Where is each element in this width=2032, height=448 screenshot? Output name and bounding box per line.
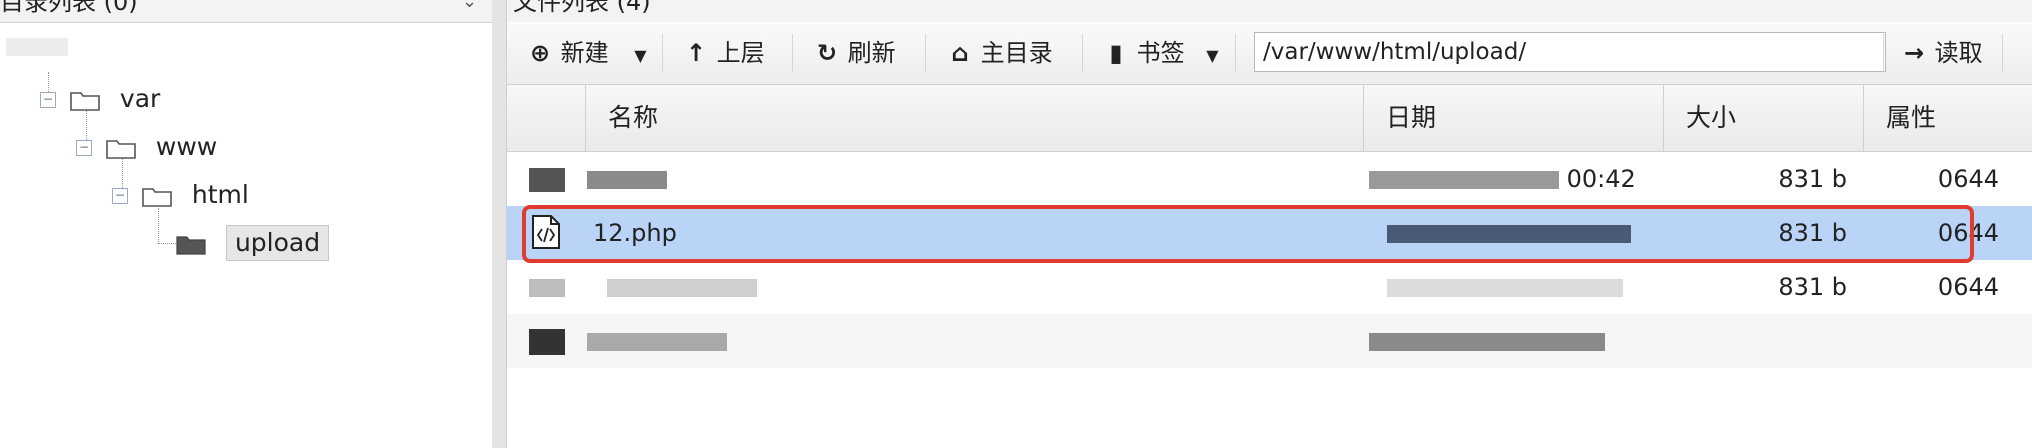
tree-node-label: var: [119, 84, 161, 113]
arrow-up-icon: ↑: [685, 39, 707, 67]
column-icon: [507, 85, 585, 151]
caret-down-icon[interactable]: ▼: [634, 46, 646, 65]
read-button-label: 读取: [1934, 39, 1983, 67]
read-button[interactable]: → 读取: [1901, 32, 1983, 74]
file-permissions: 0644: [1937, 165, 1999, 193]
path-input[interactable]: [1254, 32, 1886, 72]
file-icon: [529, 168, 565, 192]
redacted-block: [6, 38, 68, 56]
bookmark-button-label: 书签: [1136, 39, 1185, 67]
home-button[interactable]: ⌂ 主目录: [947, 32, 1053, 74]
column-name[interactable]: 名称: [585, 85, 1369, 151]
folder-icon: [106, 140, 136, 159]
folder-open-icon: [176, 236, 206, 255]
table-row[interactable]: 831 b 0644: [507, 260, 2032, 314]
file-pane: 文件列表 (4) ⊕ 新建 ▼ ↑ 上层 ↻ 刷新 ⌂ 主目录 ▮ 书签 ▼ /…: [507, 0, 2032, 448]
folder-icon: [529, 329, 565, 355]
table-row-selected[interactable]: 12.php 831 b 0644: [507, 206, 2032, 260]
tree-node-var[interactable]: − var: [40, 79, 160, 119]
folder-icon: [142, 188, 172, 207]
tree-node-label: www: [155, 132, 218, 161]
redacted-block: [587, 333, 727, 351]
collapse-toggle-icon[interactable]: −: [76, 140, 92, 156]
redacted-block: [1369, 333, 1605, 351]
refresh-icon: ↻: [816, 39, 838, 67]
redacted-block: [587, 171, 667, 189]
directory-pane: 目录列表 (0) ⌄ − var − www − html upload: [0, 0, 493, 448]
up-level-button-label: 上层: [716, 39, 765, 67]
table-row[interactable]: [507, 314, 2032, 368]
column-size[interactable]: 大小: [1663, 85, 1863, 151]
caret-down-icon[interactable]: ▼: [1206, 46, 1218, 65]
redacted-block: [1369, 171, 1559, 189]
tree-root[interactable]: [6, 26, 68, 66]
table-row[interactable]: 00:42 831 b 0644: [507, 152, 2032, 206]
file-permissions: 0644: [1937, 273, 1999, 301]
column-header-row: 名称 日期 大小 属性: [507, 85, 2032, 152]
directory-pane-header: 目录列表 (0) ⌄: [0, 0, 492, 23]
tree-node-www[interactable]: − www: [76, 127, 217, 167]
new-button[interactable]: ⊕ 新建 ▼: [527, 32, 647, 74]
pane-splitter[interactable]: [492, 0, 507, 448]
column-date[interactable]: 日期: [1363, 85, 1663, 151]
redacted-block: [1387, 279, 1623, 297]
home-button-label: 主目录: [980, 39, 1053, 67]
tree-node-label: upload: [225, 225, 330, 261]
home-icon: ⌂: [951, 39, 969, 67]
up-level-button[interactable]: ↑ 上层: [683, 32, 765, 74]
file-permissions: 0644: [1937, 219, 1999, 247]
refresh-button[interactable]: ↻ 刷新: [814, 32, 896, 74]
file-size: 831 b: [1778, 273, 1847, 301]
file-size: 831 b: [1778, 219, 1847, 247]
file-size: 831 b: [1778, 165, 1847, 193]
file-date: 00:42: [1566, 165, 1636, 193]
redacted-block: [607, 279, 757, 297]
redacted-block: [1387, 225, 1631, 243]
tree-node-html[interactable]: − html: [112, 175, 249, 215]
toolbar: ⊕ 新建 ▼ ↑ 上层 ↻ 刷新 ⌂ 主目录 ▮ 书签 ▼ → 读取: [507, 22, 2032, 85]
collapse-toggle-icon[interactable]: −: [112, 188, 128, 204]
file-pane-header: 文件列表 (4): [507, 0, 2032, 23]
bookmark-button[interactable]: ▮ 书签 ▼: [1103, 32, 1218, 74]
plus-circle-icon: ⊕: [529, 39, 551, 67]
file-pane-title: 文件列表 (4): [513, 0, 651, 16]
tree-node-upload[interactable]: upload: [176, 223, 330, 263]
chevron-down-icon[interactable]: ⌄: [462, 0, 477, 22]
code-file-icon: [532, 215, 560, 249]
directory-pane-title: 目录列表 (0): [0, 0, 138, 16]
bookmark-icon: ▮: [1109, 39, 1123, 67]
tree-node-label: html: [191, 180, 249, 209]
collapse-toggle-icon[interactable]: −: [40, 92, 56, 108]
new-button-label: 新建: [560, 39, 609, 67]
folder-icon: [70, 92, 100, 111]
column-attributes[interactable]: 属性: [1863, 85, 2032, 151]
file-icon: [529, 279, 565, 297]
refresh-button-label: 刷新: [847, 39, 896, 67]
arrow-right-icon: →: [1903, 39, 1925, 67]
file-name: 12.php: [593, 219, 677, 247]
